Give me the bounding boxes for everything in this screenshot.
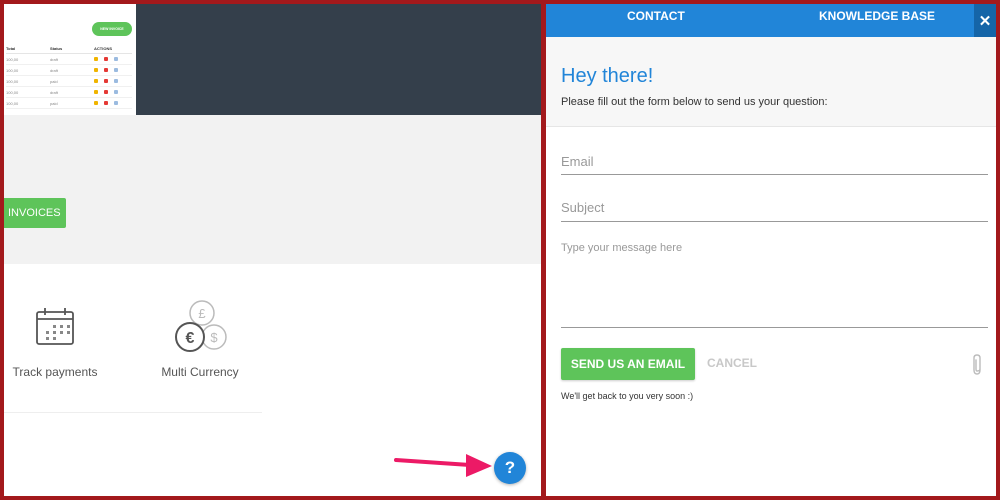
eye-icon xyxy=(114,68,118,72)
send-email-button[interactable]: SEND US AN EMAIL xyxy=(561,348,695,380)
preview-row-total: 100,00 xyxy=(6,78,19,84)
eye-icon xyxy=(114,79,118,83)
preview-row-status: draft xyxy=(50,67,59,73)
preview-row-status: draft xyxy=(50,89,59,95)
preview-row-status: paid xyxy=(50,78,58,84)
message-field-wrapper xyxy=(561,242,988,328)
preview-header-total: Total xyxy=(6,46,16,51)
preview-row-total: 100,00 xyxy=(6,56,19,62)
feature-multi-currency: £ $ € Multi Currency xyxy=(154,299,246,379)
product-page: NEW INVOICE Total Status ACTIONS 100,00 … xyxy=(4,4,541,496)
greeting-subtitle: Please fill out the form below to send u… xyxy=(561,96,828,108)
svg-text:$: $ xyxy=(210,330,218,345)
feature-label: Track payments xyxy=(12,365,98,379)
table-row: 100,00 draft xyxy=(6,87,132,98)
tab-contact[interactable]: CONTACT xyxy=(627,9,685,23)
section-divider xyxy=(4,412,262,413)
eye-icon xyxy=(114,101,118,105)
message-field[interactable] xyxy=(561,242,988,324)
table-row: 100,00 draft xyxy=(6,54,132,65)
eye-icon xyxy=(114,57,118,61)
svg-text:£: £ xyxy=(198,306,206,321)
preview-row-actions xyxy=(94,101,132,105)
preview-row-actions xyxy=(94,90,132,94)
preview-invoice-table: Total Status ACTIONS 100,00 draft 100,00… xyxy=(6,46,132,109)
app-preview: NEW INVOICE Total Status ACTIONS 100,00 … xyxy=(4,4,136,115)
preview-row-status: paid xyxy=(50,100,58,106)
subject-field-wrapper xyxy=(561,195,988,222)
feature-track-payments: Track payments xyxy=(10,299,100,379)
screenshot-frame: NEW INVOICE Total Status ACTIONS 100,00 … xyxy=(0,0,1000,500)
preview-row-status: draft xyxy=(50,56,59,62)
email-field[interactable] xyxy=(561,149,988,173)
tab-knowledge-base[interactable]: KNOWLEDGE BASE xyxy=(819,9,935,23)
trash-icon xyxy=(104,79,108,83)
preview-row-actions xyxy=(94,57,132,61)
feature-label: Multi Currency xyxy=(161,365,239,379)
calendar-icon xyxy=(10,299,100,359)
response-note: We'll get back to you very soon :) xyxy=(561,391,694,401)
pencil-icon xyxy=(94,79,98,83)
svg-text:€: € xyxy=(186,330,195,347)
subject-field[interactable] xyxy=(561,195,988,219)
trash-icon xyxy=(104,101,108,105)
preview-row-total: 100,00 xyxy=(6,89,19,95)
currency-coins-icon: £ $ € xyxy=(154,299,246,359)
preview-new-invoice-button: NEW INVOICE xyxy=(92,22,132,36)
pencil-icon xyxy=(94,68,98,72)
table-row: 100,00 draft xyxy=(6,65,132,76)
preview-row-total: 100,00 xyxy=(6,67,19,73)
preview-table-header: Total Status ACTIONS xyxy=(6,46,132,54)
preview-header-status: Status xyxy=(50,46,63,51)
close-button[interactable]: ✕ xyxy=(974,4,996,37)
pencil-icon xyxy=(94,101,98,105)
paperclip-icon[interactable] xyxy=(972,354,984,376)
preview-row-actions xyxy=(94,68,132,72)
trash-icon xyxy=(104,90,108,94)
pointer-arrow-icon xyxy=(394,454,492,477)
trash-icon xyxy=(104,68,108,72)
table-row: 100,00 paid xyxy=(6,98,132,109)
pencil-icon xyxy=(94,90,98,94)
contact-widget: CONTACT KNOWLEDGE BASE ✕ Hey there! Plea… xyxy=(546,4,996,496)
cancel-button[interactable]: CANCEL xyxy=(707,356,757,370)
greeting-title: Hey there! xyxy=(561,65,654,87)
widget-tab-bar: CONTACT KNOWLEDGE BASE ✕ xyxy=(546,4,996,37)
help-chat-button[interactable]: ? xyxy=(494,452,526,484)
preview-row-total: 100,00 xyxy=(6,100,19,106)
eye-icon xyxy=(114,90,118,94)
cta-section xyxy=(4,115,541,264)
preview-row-actions xyxy=(94,79,132,83)
invoices-button[interactable]: INVOICES xyxy=(4,198,66,228)
table-row: 100,00 paid xyxy=(6,76,132,87)
trash-icon xyxy=(104,57,108,61)
widget-header: Hey there! Please fill out the form belo… xyxy=(546,37,996,127)
email-field-wrapper xyxy=(561,149,988,175)
preview-header-actions: ACTIONS xyxy=(94,46,112,51)
pencil-icon xyxy=(94,57,98,61)
